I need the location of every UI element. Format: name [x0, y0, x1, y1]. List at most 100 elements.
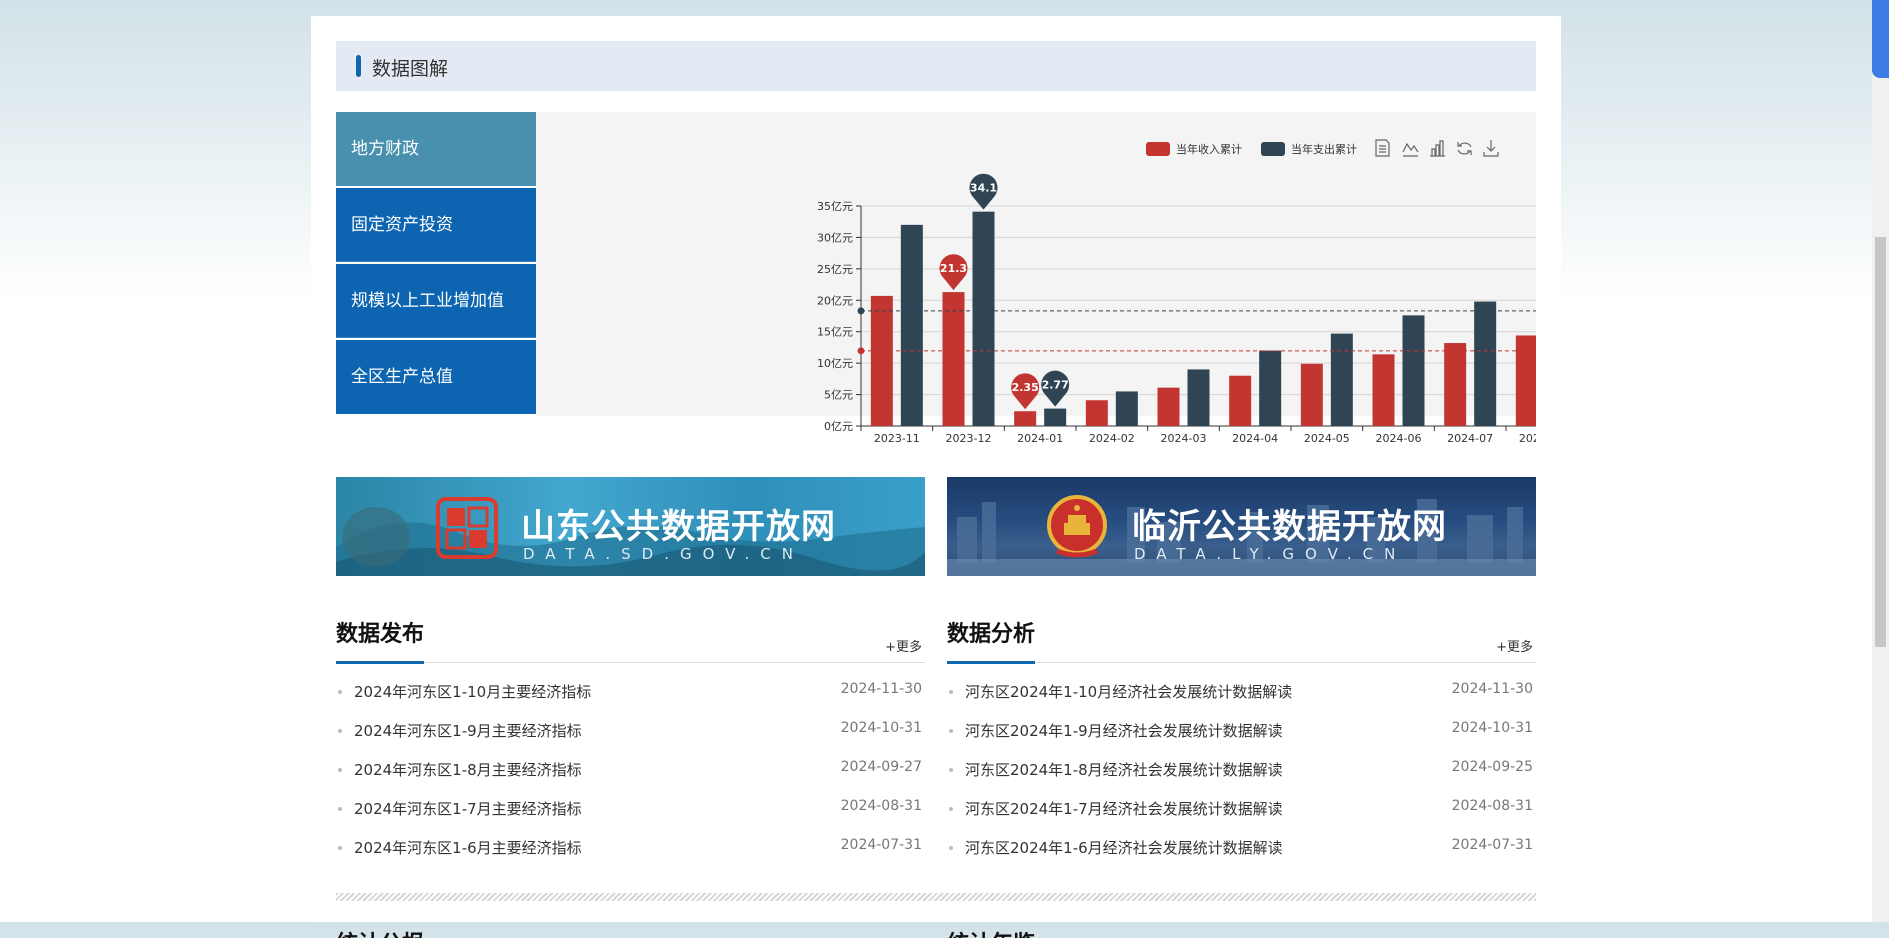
markpoint-label: 2.77 [1042, 379, 1069, 392]
scrollbar-top-accent [1872, 0, 1889, 78]
tab-gdp[interactable]: 全区生产总值 [336, 340, 536, 414]
line-chart-icon[interactable] [1402, 142, 1419, 157]
chart-bar [1444, 343, 1467, 426]
tab-local-finance[interactable]: 地方财政 [336, 112, 546, 186]
list-item-date: 2024-11-30 [840, 681, 922, 697]
data-analysis-header: 数据分析 +更多 [947, 606, 1536, 664]
bullet [949, 807, 953, 811]
bullet [949, 846, 953, 850]
list-item[interactable]: 河东区2024年1-6月经济社会发展统计数据解读 2024-07-31 [947, 827, 1536, 866]
banner-title: 山东公共数据开放网 [521, 507, 836, 547]
download-icon[interactable] [1483, 140, 1499, 157]
national-emblem-logo [1047, 495, 1107, 559]
chart-bar [1300, 363, 1323, 426]
list-item[interactable]: 河东区2024年1-9月经济社会发展统计数据解读 2024-10-31 [947, 710, 1536, 749]
chart-bar [1014, 411, 1037, 426]
chart-bar [1515, 335, 1536, 426]
list-item[interactable]: 2024年河东区1-10月主要经济指标 2024-11-30 [336, 671, 925, 710]
bullet [949, 768, 953, 772]
list-item-date: 2024-09-27 [840, 759, 922, 775]
data-release-more-link[interactable]: +更多 [885, 636, 922, 655]
list-item[interactable]: 2024年河东区1-7月主要经济指标 2024-08-31 [336, 788, 925, 827]
x-tick-label: 2024-06 [1376, 432, 1422, 442]
bullet [338, 729, 342, 733]
list-item-title[interactable]: 河东区2024年1-6月经济社会发展统计数据解读 [965, 837, 1283, 858]
chart-bar [1157, 387, 1180, 426]
list-item-title[interactable]: 2024年河东区1-6月主要经济指标 [354, 837, 582, 858]
y-tick-label: 25亿元 [817, 263, 853, 276]
title-underline [947, 661, 1035, 664]
data-release-title: 数据发布 [336, 622, 425, 647]
list-item[interactable]: 河东区2024年1-8月经济社会发展统计数据解读 2024-09-25 [947, 749, 1536, 788]
x-tick-label: 2024-04 [1232, 432, 1278, 442]
list-item-title[interactable]: 河东区2024年1-8月经济社会发展统计数据解读 [965, 759, 1283, 780]
markpoint-label: 2.35 [1012, 381, 1039, 394]
markpoint-label: 34.1 [970, 182, 997, 195]
tab-label: 固定资产投资 [351, 215, 453, 235]
page-scrollbar[interactable] [1872, 0, 1889, 922]
title-underline [336, 661, 424, 664]
data-release-column: 数据发布 +更多 2024年河东区1-10月主要经济指标 2024-11-30 2… [336, 606, 925, 866]
y-tick-label: 30亿元 [817, 231, 853, 244]
chart-bar [1372, 354, 1395, 426]
list-item-title[interactable]: 2024年河东区1-10月主要经济指标 [354, 681, 591, 702]
chart-bar [942, 292, 965, 426]
section-title: 数据图解 [372, 58, 449, 80]
scrollbar-thumb[interactable] [1875, 237, 1886, 647]
tab-industrial-value-added[interactable]: 规模以上工业增加值 [336, 264, 536, 338]
tab-divider [336, 337, 536, 338]
tab-divider [336, 261, 536, 262]
list-item-title[interactable]: 河东区2024年1-9月经济社会发展统计数据解读 [965, 720, 1283, 741]
banner-url: DATA.SD.GOV.CN [523, 545, 804, 563]
data-view-icon[interactable] [1375, 139, 1390, 157]
list-item-title[interactable]: 河东区2024年1-7月经济社会发展统计数据解读 [965, 798, 1283, 819]
list-item[interactable]: 2024年河东区1-8月主要经济指标 2024-09-27 [336, 749, 925, 788]
statistical-yearbook-title[interactable]: 统计年鉴 [947, 926, 1035, 938]
list-item[interactable]: 河东区2024年1-7月经济社会发展统计数据解读 2024-08-31 [947, 788, 1536, 827]
bullet [949, 690, 953, 694]
chart-bar [1044, 408, 1067, 426]
list-item-date: 2024-11-30 [1451, 681, 1533, 697]
x-tick-label: 2024-08 [1519, 432, 1536, 442]
chart-tabs: 地方财政 固定资产投资 规模以上工业增加值 全区生产总值 [336, 112, 546, 416]
bar-chart-icon[interactable] [1430, 140, 1445, 157]
chart-bar [1330, 333, 1353, 426]
banner-ly-open-data[interactable]: 临沂公共数据开放网 DATA.LY.GOV.CN [947, 477, 1536, 576]
list-item-title[interactable]: 河东区2024年1-10月经济社会发展统计数据解读 [965, 681, 1292, 702]
refresh-icon[interactable] [1457, 142, 1472, 155]
markpoint-label: 21.3 [940, 262, 967, 275]
list-item-date: 2024-10-31 [1451, 720, 1533, 736]
bullet [338, 768, 342, 772]
data-analysis-more-link[interactable]: +更多 [1496, 636, 1533, 655]
tab-fixed-asset-investment[interactable]: 固定资产投资 [336, 188, 536, 262]
list-item[interactable]: 2024年河东区1-9月主要经济指标 2024-10-31 [336, 710, 925, 749]
list-item-title[interactable]: 2024年河东区1-8月主要经济指标 [354, 759, 582, 780]
chart-toolbox [1375, 139, 1499, 157]
legend-label: 当年收入累计 [1176, 142, 1242, 156]
list-item[interactable]: 2024年河东区1-6月主要经济指标 2024-07-31 [336, 827, 925, 866]
y-tick-label: 20亿元 [817, 294, 853, 307]
chart-bar [870, 295, 893, 426]
list-item[interactable]: 河东区2024年1-10月经济社会发展统计数据解读 2024-11-30 [947, 671, 1536, 710]
banner-sd-open-data[interactable]: 山东公共数据开放网 DATA.SD.GOV.CN [336, 477, 925, 576]
x-tick-label: 2024-07 [1447, 432, 1493, 442]
y-tick-label: 35亿元 [817, 200, 853, 213]
data-analysis-title: 数据分析 [947, 622, 1036, 647]
y-tick-label: 5亿元 [824, 389, 853, 402]
chart-bar [972, 211, 995, 426]
y-tick-label: 15亿元 [817, 326, 853, 339]
x-tick-label: 2023-12 [946, 432, 992, 442]
list-item-date: 2024-10-31 [840, 720, 922, 736]
list-item-title[interactable]: 2024年河东区1-7月主要经济指标 [354, 798, 582, 819]
chart-bar [1115, 391, 1138, 426]
list-item-title[interactable]: 2024年河东区1-9月主要经济指标 [354, 720, 582, 741]
tab-label: 规模以上工业增加值 [351, 291, 504, 311]
hatched-divider [336, 893, 1536, 901]
chart-bar [1085, 400, 1108, 426]
chart-bar [1259, 350, 1282, 426]
banner-url: DATA.LY.GOV.CN [1134, 545, 1407, 563]
legend-label: 当年支出累计 [1291, 142, 1357, 156]
x-tick-label: 2024-02 [1089, 432, 1135, 442]
statistical-bulletin-title[interactable]: 统计公报 [336, 926, 424, 938]
x-tick-label: 2023-11 [874, 432, 920, 442]
